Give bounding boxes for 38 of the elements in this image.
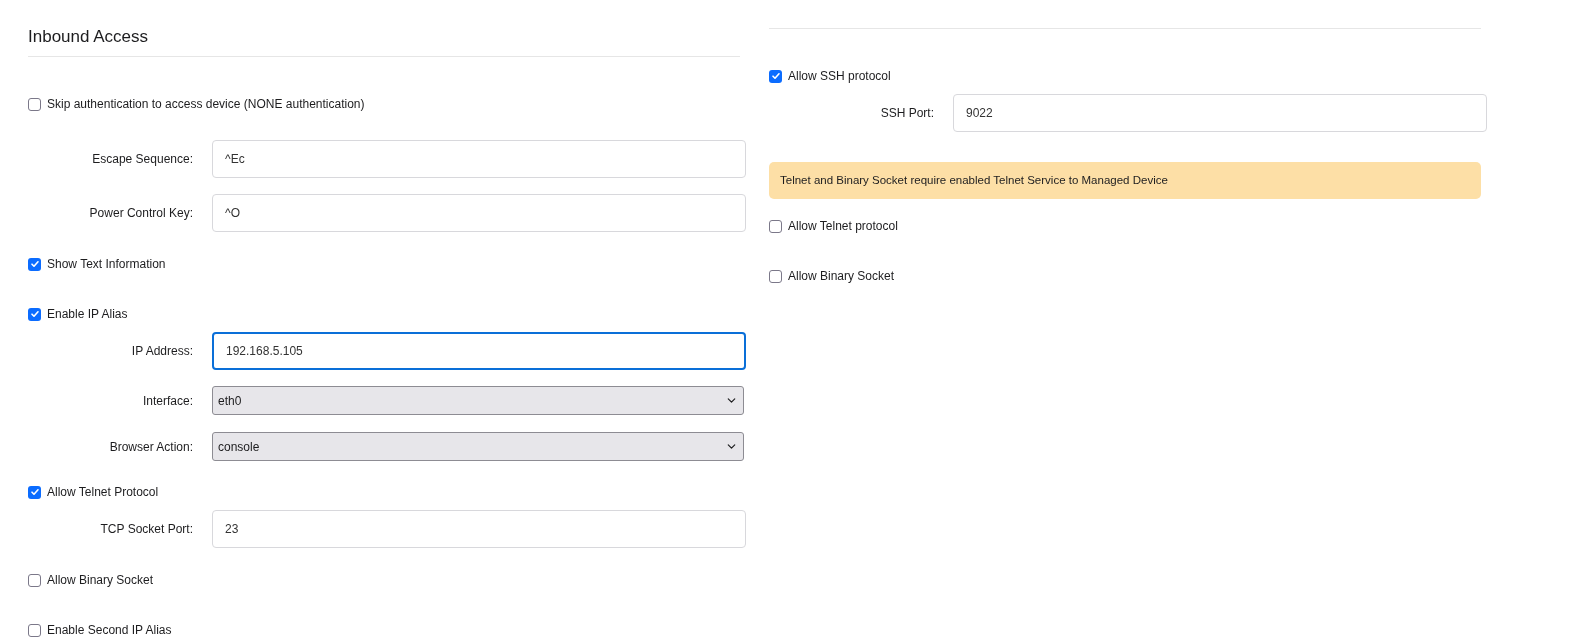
checkbox[interactable] (769, 269, 782, 283)
field-label: TCP Socket Port: (100, 522, 193, 536)
dropdown-select[interactable]: console (212, 432, 744, 461)
input-field[interactable]: 23 (212, 510, 746, 548)
input-field[interactable]: 9022 (953, 94, 1487, 132)
warning-alert: Telnet and Binary Socket require enabled Telnet Service to Managed Device (769, 162, 1481, 199)
checkbox-label: Allow Telnet protocol (788, 219, 898, 233)
checkmark-icon (29, 259, 40, 269)
checkbox-label: Allow Binary Socket (47, 573, 154, 587)
input-field[interactable]: ^O (212, 194, 746, 232)
checkbox[interactable] (769, 219, 782, 233)
checkmark-icon (770, 71, 781, 81)
checkbox[interactable] (28, 573, 41, 587)
field-label: Escape Sequence: (92, 152, 193, 166)
checkbox[interactable] (28, 623, 41, 637)
input-field[interactable]: 192.168.5.105 (212, 332, 746, 370)
checkbox-label: Skip authentication to access device (NONE authentication) (47, 97, 365, 111)
input-field[interactable]: ^Ec (212, 140, 746, 178)
dropdown-select[interactable]: eth0 (212, 386, 744, 415)
checkbox-label: Allow Binary Socket (788, 269, 895, 283)
checkmark-icon (29, 309, 40, 319)
checkbox[interactable] (28, 485, 41, 499)
checkbox[interactable] (28, 97, 41, 111)
checkbox-label: Allow SSH protocol (788, 69, 891, 83)
checkbox-label: Enable Second IP Alias (47, 623, 172, 637)
field-label: Browser Action: (109, 439, 193, 454)
checkbox[interactable] (28, 257, 41, 271)
section-title: Inbound Access (28, 27, 150, 47)
field-label: Power Control Key: (89, 206, 193, 220)
checkmark-icon (29, 487, 40, 497)
field-label: IP Address: (131, 344, 193, 358)
checkbox-label: Allow Telnet Protocol (47, 485, 159, 499)
field-label: Interface: (142, 393, 193, 408)
checkbox-label: Show Text Information (47, 257, 166, 271)
checkbox-label: Enable IP Alias (47, 307, 128, 321)
checkbox[interactable] (28, 307, 41, 321)
checkbox[interactable] (769, 69, 782, 83)
field-label: SSH Port: (880, 106, 934, 120)
